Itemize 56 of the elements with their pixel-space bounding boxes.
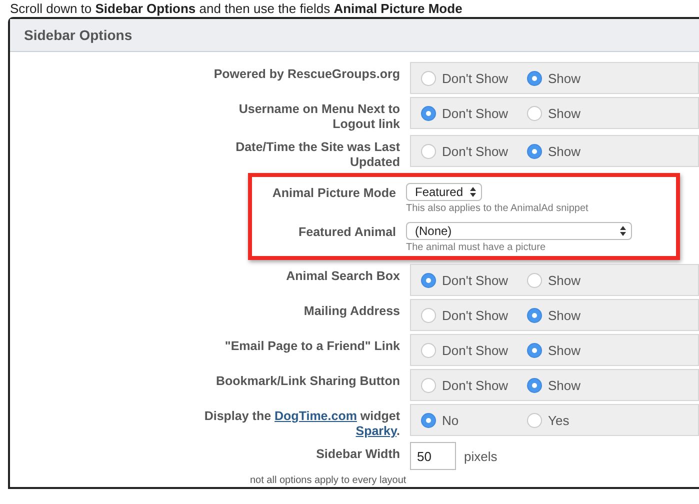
select-dropdown[interactable]: Featured [406,183,482,201]
radio-option[interactable]: Show [527,378,615,392]
radio-button[interactable] [527,378,542,392]
widget-link[interactable]: Sparky [356,424,397,438]
widget-link[interactable]: DogTime.com [274,409,357,423]
field-label: Featured Animal [298,225,396,240]
radio-option[interactable]: Don't Show [421,70,509,86]
field-label: "Email Page to a Friend" Link [224,339,400,354]
radio-option[interactable]: Don't Show [421,144,509,158]
width-input[interactable]: 50 [410,442,456,470]
radio-option[interactable]: Don't Show [421,272,509,288]
radio-button[interactable] [421,144,436,158]
help-text: This also applies to the AnimalAd snippet [406,203,590,214]
radio-button[interactable] [527,272,542,288]
radio-option[interactable]: Show [527,342,615,358]
radio-button[interactable] [421,272,436,288]
field-label: Display the DogTime.com widget Sparky. [203,409,400,439]
radio-option[interactable]: Don't Show [421,378,509,392]
help-text: The animal must have a picture [406,242,547,253]
panel-title: Sidebar Options [10,19,699,52]
radio-button[interactable] [421,106,436,120]
radio-button[interactable] [527,106,542,120]
radio-button[interactable] [527,70,542,86]
radio-option[interactable]: Show [527,70,615,86]
radio-button[interactable] [421,412,436,428]
radio-option[interactable]: Show [527,106,615,120]
field-label: Powered by RescueGroups.org [214,67,400,82]
radio-option[interactable]: Yes [527,412,615,428]
updown-caret-icon [620,226,626,236]
radio-option[interactable]: Don't Show [421,308,509,322]
unit-label: pixels [464,448,498,464]
field-label: Animal Search Box [286,269,400,284]
field-label: Username on Menu Next to Logout link [238,102,400,132]
field-label: Date/Time the Site was Last Updated [234,140,400,170]
radio-button[interactable] [527,342,542,358]
radio-option[interactable]: No [421,412,509,428]
radio-button[interactable] [421,342,436,358]
radio-button[interactable] [527,412,542,428]
instruction-text: Scroll down to Sidebar Options and then use the fields Animal Picture Mode [9,0,464,16]
radio-button[interactable] [421,70,436,86]
radio-button[interactable] [527,144,542,158]
radio-button[interactable] [527,308,542,322]
radio-button[interactable] [421,378,436,392]
radio-option[interactable]: Don't Show [421,342,509,358]
radio-option[interactable]: Show [527,308,615,322]
radio-option[interactable]: Show [527,272,615,288]
field-label: Mailing Address [304,304,400,319]
footnote-text: not all options apply to every layout [249,474,408,487]
field-label: Animal Picture Mode [272,186,396,201]
radio-button[interactable] [421,308,436,322]
field-label: Bookmark/Link Sharing Button [216,374,400,389]
radio-option[interactable]: Show [527,144,615,158]
field-label: Sidebar Width [316,447,400,462]
radio-option[interactable]: Don't Show [421,106,509,120]
updown-caret-icon [470,187,476,197]
select-dropdown[interactable]: (None) [406,222,632,240]
